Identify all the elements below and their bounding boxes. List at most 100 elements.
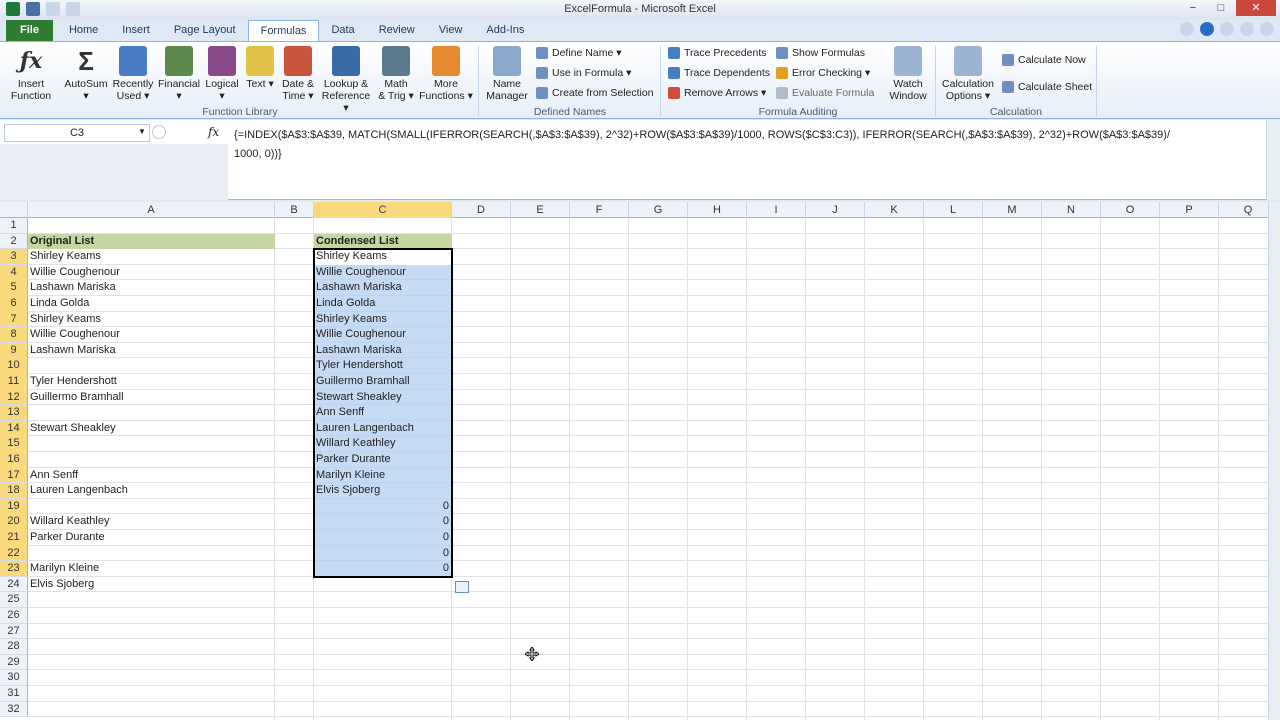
cell-a21[interactable]: Parker Durante — [28, 530, 275, 546]
row-header-25[interactable]: 25 — [0, 592, 28, 608]
cell-a9[interactable]: Lashawn Mariska — [28, 343, 275, 359]
row-header-18[interactable]: 18 — [0, 483, 28, 499]
column-header-n[interactable]: N — [1042, 202, 1101, 218]
logical-button[interactable]: Logical ▾ — [202, 46, 242, 102]
define-name-button[interactable]: Define Name ▾ — [536, 47, 621, 59]
cell-c7[interactable]: Shirley Keams — [314, 312, 452, 328]
insert-function-fx-icon[interactable]: fx — [208, 125, 219, 139]
column-header-c[interactable]: C — [314, 202, 452, 218]
column-header-b[interactable]: B — [275, 202, 314, 218]
cell-c4[interactable]: Willie Coughenour — [314, 265, 452, 281]
row-header-27[interactable]: 27 — [0, 623, 28, 640]
tab-review[interactable]: Review — [367, 20, 427, 41]
cell-a11[interactable]: Tyler Hendershott — [28, 374, 275, 390]
row-header-14[interactable]: 14 — [0, 420, 28, 437]
cell-c22[interactable]: 0 — [314, 546, 452, 562]
trace-precedents-button[interactable]: Trace Precedents — [668, 47, 766, 59]
row-header-24[interactable]: 24 — [0, 576, 28, 593]
column-header-a[interactable]: A — [28, 202, 275, 218]
row-header-2[interactable]: 2 — [0, 233, 28, 250]
column-header-e[interactable]: E — [511, 202, 570, 218]
financial-button[interactable]: Financial ▾ — [156, 46, 202, 102]
cell-a16[interactable] — [28, 452, 275, 468]
row-header-21[interactable]: 21 — [0, 530, 28, 546]
cell-a10[interactable] — [28, 358, 275, 374]
tab-formulas[interactable]: Formulas — [247, 20, 320, 41]
cell-a18[interactable]: Lauren Langenbach — [28, 483, 275, 499]
column-header-l[interactable]: L — [924, 202, 983, 218]
cell-a12[interactable]: Guillermo Bramhall — [28, 390, 275, 406]
cell-c8[interactable]: Willie Coughenour — [314, 327, 452, 343]
cell-c9[interactable]: Lashawn Mariska — [314, 343, 452, 359]
column-header-g[interactable]: G — [629, 202, 688, 218]
formula-input[interactable]: {=INDEX($A$3:$A$39, MATCH(SMALL(IFERROR(… — [234, 126, 1264, 164]
row-header-15[interactable]: 15 — [0, 436, 28, 452]
cell-c13[interactable]: Ann Senff — [314, 405, 452, 421]
insert-function-button[interactable]: ƒx Insert Function — [8, 46, 54, 102]
row-header-1[interactable]: 1 — [0, 218, 28, 234]
row-header-30[interactable]: 30 — [0, 670, 28, 686]
date-time-button[interactable]: Date & Time ▾ — [278, 46, 318, 102]
cell-a24[interactable]: Elvis Sjoberg — [28, 577, 275, 593]
cell-a17[interactable]: Ann Senff — [28, 468, 275, 484]
create-from-selection-button[interactable]: Create from Selection — [536, 87, 654, 99]
tab-add-ins[interactable]: Add-Ins — [474, 20, 536, 41]
remove-arrows-button[interactable]: Remove Arrows ▾ — [668, 87, 766, 99]
minimize-button[interactable]: − — [1180, 0, 1206, 16]
calculate-sheet-button[interactable]: Calculate Sheet — [1002, 81, 1092, 93]
row-header-17[interactable]: 17 — [0, 467, 28, 484]
cell-a5[interactable]: Lashawn Mariska — [28, 280, 275, 296]
cell-a6[interactable]: Linda Golda — [28, 296, 275, 312]
cell-c12[interactable]: Stewart Sheakley — [314, 390, 452, 406]
workbook-restore-icon[interactable] — [1240, 22, 1254, 36]
select-all-corner[interactable] — [0, 202, 28, 218]
cell-c14[interactable]: Lauren Langenbach — [314, 421, 452, 437]
column-header-i[interactable]: I — [747, 202, 806, 218]
row-header-20[interactable]: 20 — [0, 514, 28, 530]
condensed-list-header[interactable]: Condensed List — [314, 233, 452, 250]
cell-c3[interactable]: Shirley Keams — [314, 249, 452, 265]
column-header-j[interactable]: J — [806, 202, 865, 218]
tab-file[interactable]: File — [6, 20, 53, 41]
row-header-13[interactable]: 13 — [0, 405, 28, 421]
cell-a4[interactable]: Willie Coughenour — [28, 265, 275, 281]
tab-view[interactable]: View — [427, 20, 475, 41]
worksheet-grid[interactable]: ABCDEFGHIJKLMNOPQ 1 2 3 4 5 6 7 8 9 10 11 12 13 14 15 1… — [0, 202, 1268, 720]
row-header-7[interactable]: 7 — [0, 311, 28, 328]
row-header-32[interactable]: 32 — [0, 701, 28, 718]
tab-data[interactable]: Data — [319, 20, 366, 41]
cell-a15[interactable] — [28, 436, 275, 452]
calculation-options-button[interactable]: Calculation Options ▾ — [938, 46, 998, 102]
row-header-22[interactable]: 22 — [0, 545, 28, 562]
column-header-h[interactable]: H — [688, 202, 747, 218]
vertical-scrollbar[interactable] — [1268, 202, 1280, 720]
formula-bar-scrollbar[interactable] — [1266, 120, 1280, 200]
row-header-26[interactable]: 26 — [0, 608, 28, 624]
autosum-button[interactable]: Σ AutoSum ▾ — [62, 46, 110, 102]
original-list-header[interactable]: Original List — [28, 233, 275, 250]
cell-a7[interactable]: Shirley Keams — [28, 312, 275, 328]
row-header-3[interactable]: 3 — [0, 249, 28, 265]
column-header-m[interactable]: M — [983, 202, 1042, 218]
cell-a19[interactable] — [28, 499, 275, 515]
column-header-o[interactable]: O — [1101, 202, 1160, 218]
cell-c5[interactable]: Lashawn Mariska — [314, 280, 452, 296]
row-header-31[interactable]: 31 — [0, 686, 28, 702]
row-header-29[interactable]: 29 — [0, 654, 28, 671]
cell-c21[interactable]: 0 — [314, 530, 452, 546]
row-header-23[interactable]: 23 — [0, 561, 28, 577]
cell-c10[interactable]: Tyler Hendershott — [314, 358, 452, 374]
close-button[interactable]: ✕ — [1236, 0, 1276, 16]
name-box[interactable]: C3 — [4, 124, 150, 142]
cell-c17[interactable]: Marilyn Kleine — [314, 468, 452, 484]
tab-insert[interactable]: Insert — [110, 20, 162, 41]
row-header-19[interactable]: 19 — [0, 498, 28, 515]
cell-c11[interactable]: Guillermo Bramhall — [314, 374, 452, 390]
error-checking-button[interactable]: Error Checking ▾ — [776, 67, 870, 79]
collapse-ribbon-icon[interactable] — [1180, 22, 1194, 36]
column-header-d[interactable]: D — [452, 202, 511, 218]
row-header-9[interactable]: 9 — [0, 342, 28, 359]
workbook-close-icon[interactable] — [1260, 22, 1274, 36]
column-header-k[interactable]: K — [865, 202, 924, 218]
maximize-button[interactable]: □ — [1208, 0, 1234, 16]
